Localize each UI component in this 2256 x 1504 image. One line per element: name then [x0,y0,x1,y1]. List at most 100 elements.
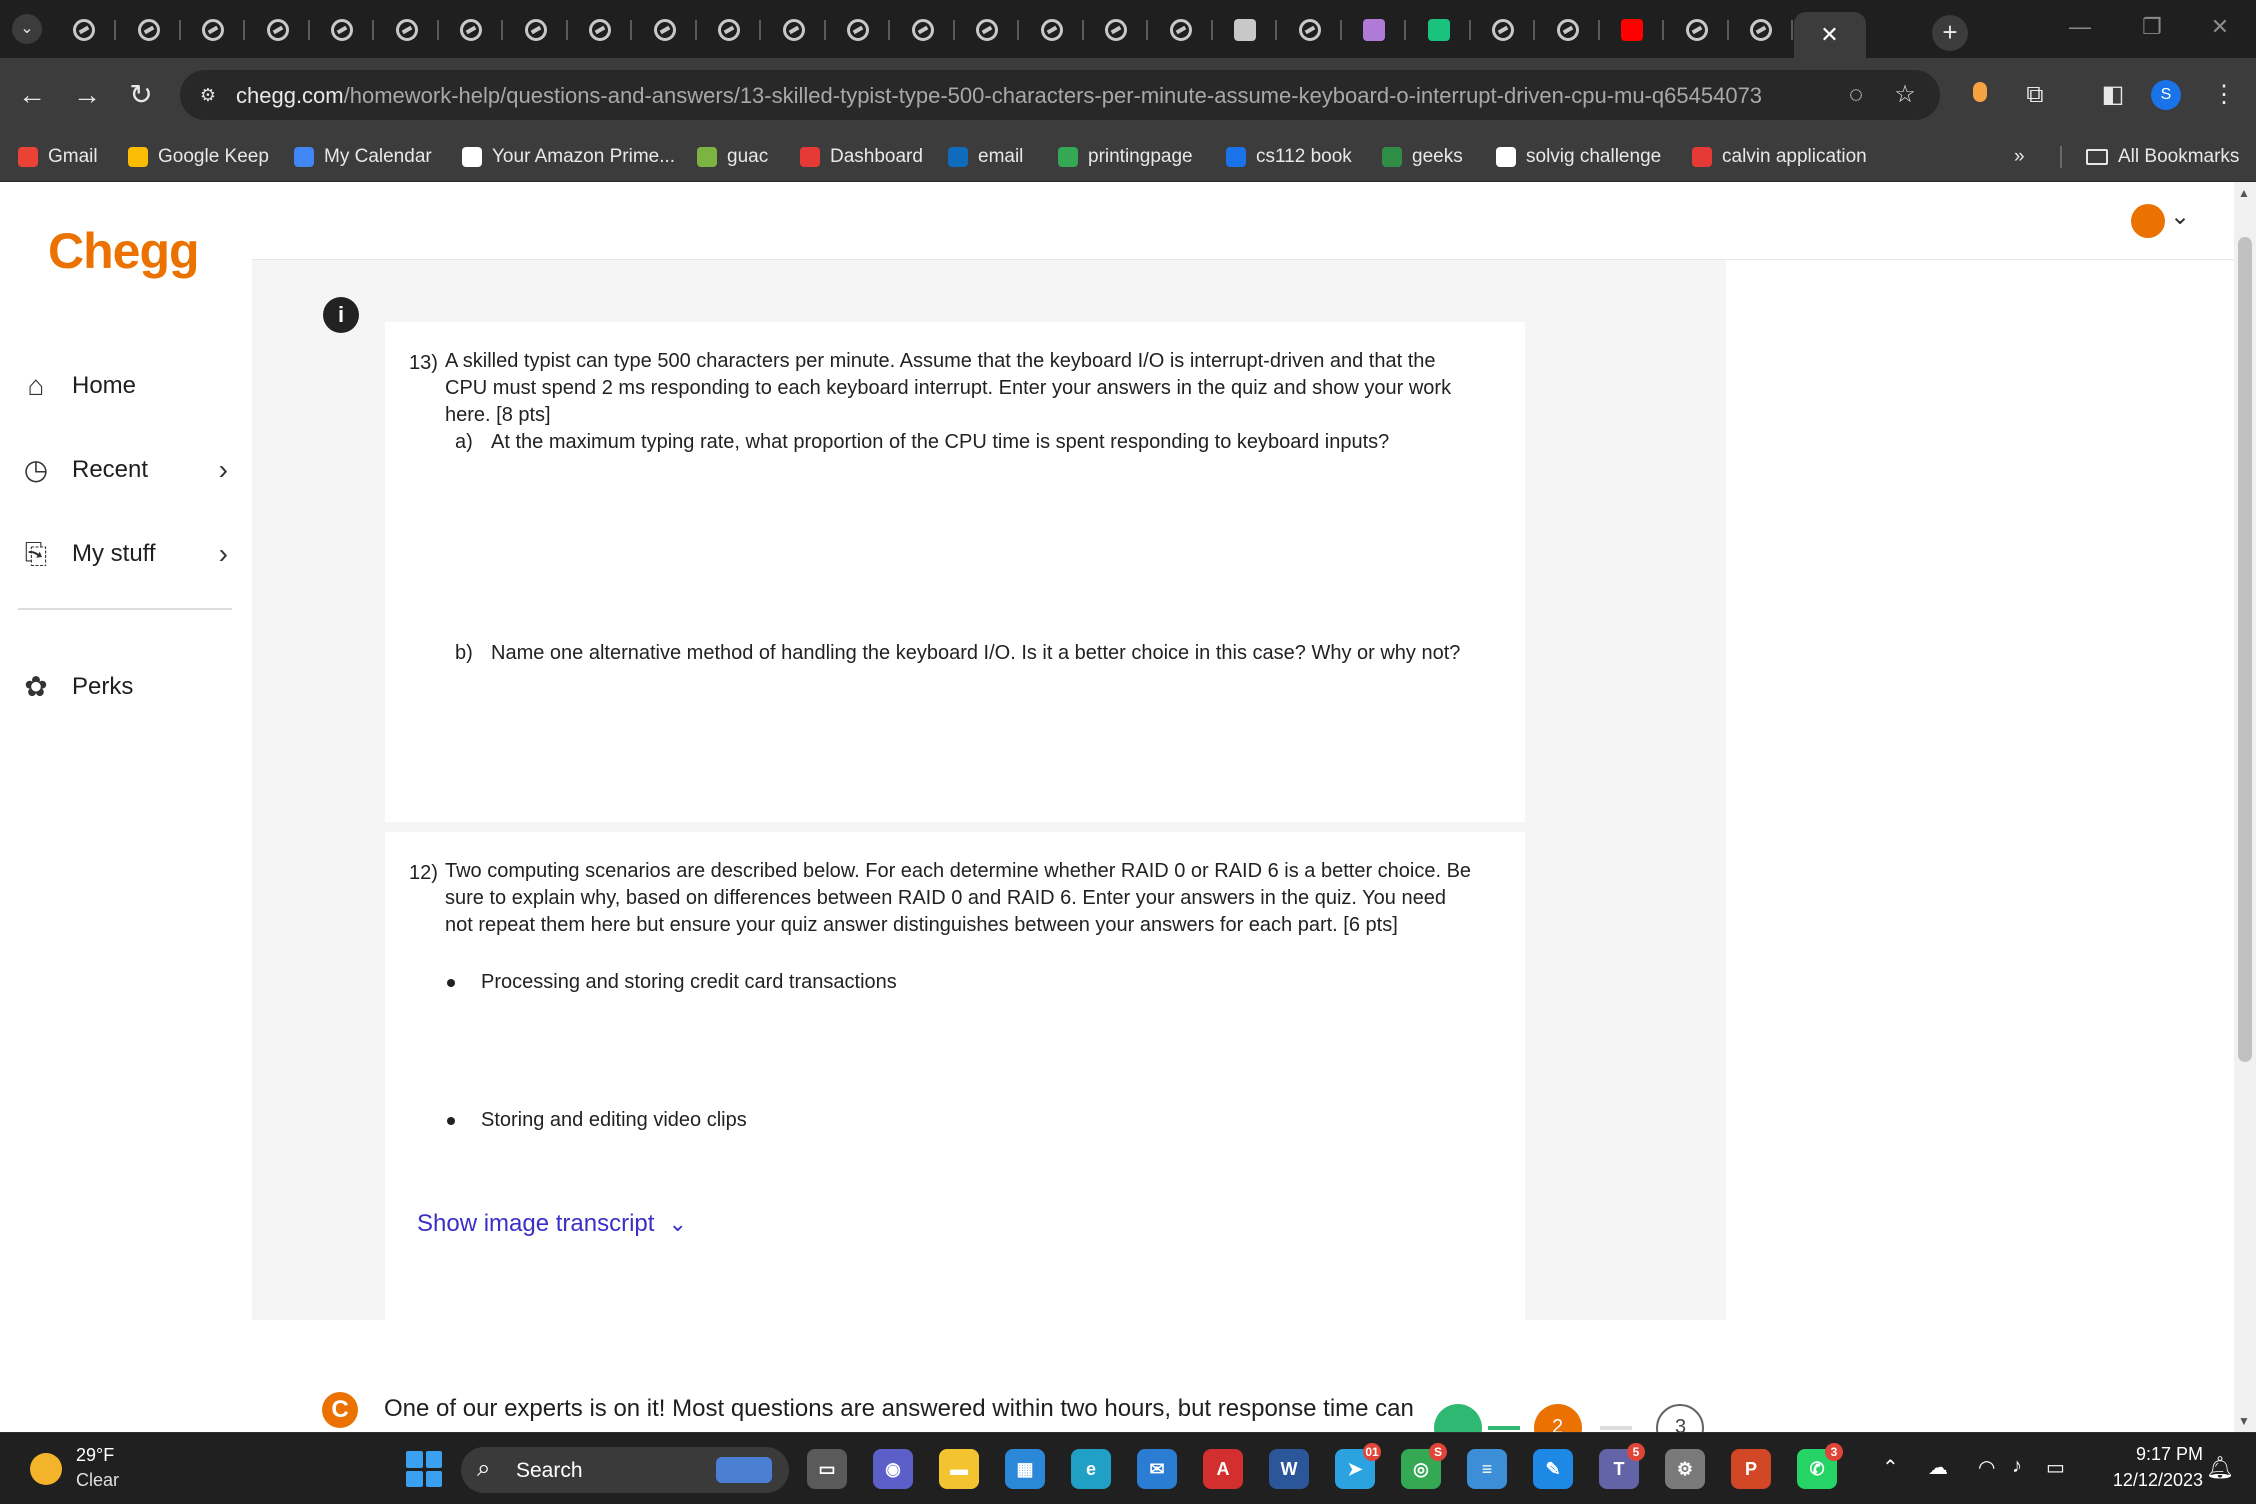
bookmark-item[interactable]: guac [697,144,768,170]
telegram-icon[interactable]: ➤ 01 [1335,1443,1381,1489]
bookmark-item[interactable]: email [948,144,1023,170]
sidebar-item-my-stuff[interactable]: ⎘ My stuff › [18,529,238,579]
star-icon[interactable]: ☆ [1891,81,1919,109]
bookmark-item[interactable]: cs112 book [1226,144,1352,170]
address-bar[interactable]: ⚙ chegg.com/homework-help/questions-and-… [180,70,1940,120]
bookmark-item[interactable]: geeks [1382,144,1463,170]
weather-temperature[interactable]: 29°F [76,1445,114,1466]
browser-tab[interactable] [568,12,632,48]
browser-tab[interactable] [1149,12,1213,48]
user-info-icon[interactable]: i [323,297,359,333]
url-text[interactable]: chegg.com/homework-help/questions-and-an… [236,83,1762,109]
volume-icon[interactable]: ♪ [2012,1455,2022,1478]
site-info-icon[interactable]: ⚙ [196,83,220,107]
browser-tab[interactable] [1342,12,1406,48]
browser-tab[interactable] [697,12,761,48]
browser-tab[interactable] [1020,12,1084,48]
clock-date[interactable]: 12/12/2023 [2098,1470,2203,1491]
clock-time[interactable]: 9:17 PM [2123,1444,2203,1465]
page-scrollbar[interactable]: ▲ ▼ [2234,182,2256,1432]
restore-icon[interactable]: ❐ [2132,14,2172,40]
browser-tab[interactable] [375,12,439,48]
sidebar-item-perks[interactable]: ✿ Perks [18,662,238,712]
taskbar-search[interactable]: ⌕ Search [461,1447,789,1493]
browser-tab[interactable] [955,12,1019,48]
browser-tab[interactable] [117,12,181,48]
onedrive-icon[interactable]: ☁ [1928,1455,1948,1480]
active-tab[interactable]: ✕ [1793,12,1866,58]
bookmark-item[interactable]: Google Keep [128,144,269,170]
close-tab-icon[interactable]: ✕ [1820,22,1838,48]
chrome-icon[interactable]: ◎ S [1401,1443,1447,1489]
eye-slash-icon[interactable]: ◌ [1842,81,1870,109]
powerpoint-icon[interactable]: P [1731,1449,1771,1489]
forward-arrow-icon[interactable]: → [68,76,106,114]
browser-tab[interactable] [1407,12,1471,48]
all-bookmarks-button[interactable]: All Bookmarks [2086,144,2239,170]
browser-tab[interactable] [762,12,826,48]
bookmarks-overflow-button[interactable]: » [2014,144,2025,170]
sidebar-item-home[interactable]: ⌂ Home [18,361,238,411]
chegg-logo[interactable]: Chegg [48,222,200,280]
file-explorer-icon[interactable]: ▬ [939,1449,979,1489]
wifi-icon[interactable]: ◠ [1978,1455,1995,1480]
meet-icon[interactable]: ◉ [873,1449,913,1489]
browser-tab[interactable] [1278,12,1342,48]
browser-tab[interactable] [504,12,568,48]
pdf-icon[interactable]: A [1203,1449,1243,1489]
browser-tab[interactable] [181,12,245,48]
browser-tab[interactable] [1665,12,1729,48]
browser-tab[interactable] [1536,12,1600,48]
battery-icon[interactable]: ▭ [2046,1455,2065,1480]
moon-weather-icon[interactable] [30,1453,62,1485]
browser-tab[interactable] [1213,12,1277,48]
bookmark-item[interactable]: calvin application [1692,144,1867,170]
show-transcript-button[interactable]: Show image transcript ⌄ [417,1210,687,1238]
browser-tab[interactable] [439,12,503,48]
browser-tab[interactable] [246,12,310,48]
notification-bell-icon[interactable]: 🔔︎ [2206,1455,2234,1481]
reload-icon[interactable]: ↻ [122,76,160,114]
profile-avatar[interactable]: S [2151,80,2181,110]
browser-tab[interactable] [1729,12,1793,48]
paint-icon[interactable]: ✎ [1533,1449,1573,1489]
notepad-icon[interactable]: ≡ [1467,1449,1507,1489]
settings-icon[interactable]: ⚙ [1665,1449,1705,1489]
word-icon[interactable]: W [1269,1449,1309,1489]
browser-tab[interactable] [52,12,116,48]
chevron-down-icon[interactable]: ⌄ [2170,202,2190,231]
teams-icon[interactable]: T5 [1599,1443,1645,1489]
side-panel-icon[interactable]: ◧ [2094,76,2132,114]
bookmark-item[interactable]: solvig challenge [1496,144,1661,170]
close-window-icon[interactable]: ✕ [2200,14,2240,40]
extensions-puzzle-icon[interactable]: ⧉ [2016,76,2054,114]
scroll-up-icon[interactable]: ▲ [2238,186,2250,200]
kebab-menu-icon[interactable]: ⋮ [2205,76,2243,114]
tray-chevron-up-icon[interactable]: ⌃ [1882,1455,1899,1480]
bookmark-item[interactable]: Gmail [18,144,98,170]
scroll-down-icon[interactable]: ▼ [2238,1414,2250,1428]
user-avatar[interactable] [2131,204,2165,238]
new-tab-button[interactable]: + [1932,15,1968,51]
taskview-icon[interactable]: ▭ [807,1449,847,1489]
back-arrow-icon[interactable]: ← [13,76,51,114]
browser-tab[interactable] [1600,12,1664,48]
extension-orange-icon[interactable] [1961,76,1999,114]
whatsapp-icon[interactable]: ✆ 3 [1797,1443,1843,1489]
scroll-thumb[interactable] [2238,237,2252,1062]
browser-tab[interactable] [826,12,890,48]
edge-icon[interactable]: e [1071,1449,1111,1489]
browser-tab[interactable] [891,12,955,48]
browser-tab[interactable] [310,12,374,48]
sidebar-item-recent[interactable]: ◷ Recent › [18,445,238,495]
bookmark-item[interactable]: printingpage [1058,144,1193,170]
tab-search-chevron-icon[interactable]: ⌄ [12,14,42,44]
bookmark-item[interactable]: My Calendar [294,144,432,170]
bookmark-item[interactable]: Dashboard [800,144,923,170]
weather-description[interactable]: Clear [76,1470,119,1491]
browser-tab[interactable] [1471,12,1535,48]
browser-tab[interactable] [1084,12,1148,48]
bookmark-item[interactable]: Your Amazon Prime... [462,144,675,170]
browser-tab[interactable] [633,12,697,48]
windows-start-icon[interactable] [406,1451,442,1487]
